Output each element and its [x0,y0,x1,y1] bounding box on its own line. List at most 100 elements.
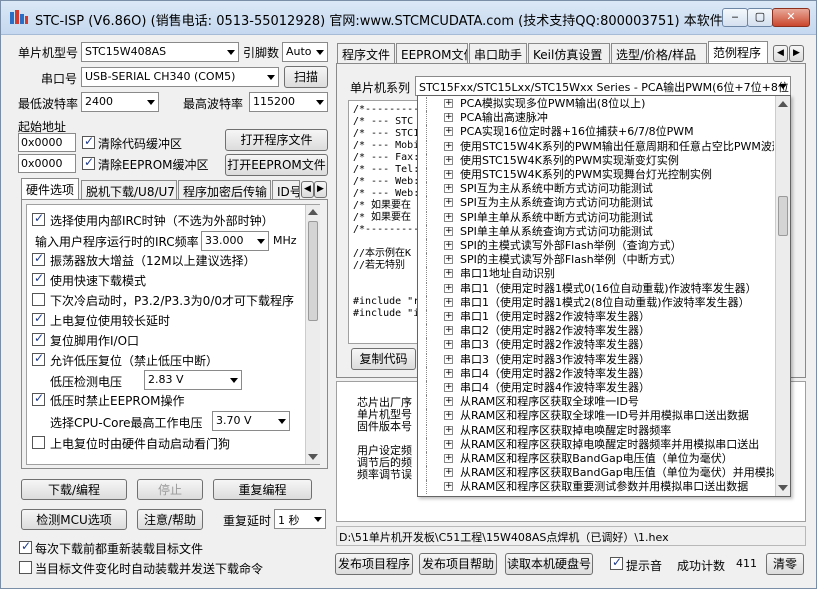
low-voltage-reset-checkbox[interactable] [32,351,45,366]
scroll-thumb[interactable] [308,221,318,321]
core-voltage-select[interactable]: 3.70 V [212,411,290,431]
p32-p33-checkbox[interactable] [32,293,45,306]
reset-io-checkbox[interactable] [32,331,45,346]
max-baud-select[interactable]: 115200 [249,92,328,112]
chevron-down-icon [267,75,275,80]
open-program-file-button[interactable]: 打开程序文件 [225,129,328,151]
maximize-icon: ▢ [754,10,766,23]
dropdown-item[interactable]: + 串口4（使用定时器2作波特率发生器） [418,366,774,381]
low-voltage-select[interactable]: 2.83 V [144,370,242,390]
series-dropdown-list[interactable]: + PCA模拟实现多位PWM输出(8位以上) + PCA输出高速脉冲 + PCA实现16位… [417,95,791,497]
code-viewer[interactable]: /*----------/* --- STC/* --- STC1/* --- … [348,100,425,344]
maximize-button[interactable]: ▢ [747,8,773,27]
right-tab-scroll-right-button[interactable]: ▶ [789,45,804,62]
download-program-button[interactable]: 下载/编程 [21,479,127,500]
copy-code-button[interactable]: 复制代码 [351,348,416,370]
dropdown-item[interactable]: + 从RAM区和程序区获取掉电唤醒定时器频率并用模拟串口送出 [418,437,774,452]
repeat-program-button[interactable]: 重复编程 [213,479,312,500]
dropdown-item[interactable]: + 串口3（使用定时器2作波特率发生器） [418,338,774,353]
long-delay-checkbox[interactable] [32,311,45,326]
tab-keil-emulation[interactable]: Keil仿真设置 [528,43,610,63]
stop-button[interactable]: 停止 [137,479,203,500]
tab-selection-price[interactable]: 选型/价格/样品 [611,43,707,63]
info-text: 芯片出厂序 单片机型号 固件版本号 用户设定频 调节后的频 频率调节误 [345,397,412,481]
dropdown-item[interactable]: + SPI的主模式读写外部Flash举例（查询方式） [418,239,774,253]
dropdown-item[interactable]: + SPI互为主从系统查询方式访问功能测试 [418,196,774,211]
notice-help-button[interactable]: 注意/帮助 [137,509,203,530]
dropdown-item-label: 串口1（使用定时器1模式2(8位自动重载)作波特率发生器） [460,295,750,309]
dropdown-item[interactable]: + 使用STC15W4K系列的PWM输出任意周期和任意占空比PWM波形 [418,139,774,154]
scan-button[interactable]: 扫描 [284,66,328,88]
series-select[interactable]: STC15Fxx/STC15Lxx/STC15Wxx Series - PCA输… [415,76,791,96]
tab-id-number[interactable]: ID号 [272,180,300,200]
right-tab-scroll-left-button[interactable]: ◀ [773,45,788,62]
check-mcu-options-button[interactable]: 检测MCU选项 [21,509,127,530]
auto-reload-checkbox[interactable] [19,561,32,574]
dropdown-item[interactable]: + SPI单主单从系统中断方式访问功能测试 [418,210,774,225]
code-address-input[interactable]: 0x0000 [18,133,76,152]
publish-program-button[interactable]: 发布项目程序 [335,553,413,575]
dropdown-item[interactable]: + 使用STC15W4K系列的PWM实现渐变灯实例 [418,153,774,168]
dropdown-item[interactable]: + PCA实现16位定时器+16位捕获+6/7/8位PWM [418,125,774,140]
scroll-thumb[interactable] [778,196,788,236]
irc-checkbox[interactable] [32,211,45,226]
tab-offline-download[interactable]: 脱机下载/U8/U7 [81,180,177,200]
tab-program-file[interactable]: 程序文件 [337,43,395,63]
repeat-delay-select[interactable]: 1 秒 [274,509,326,529]
eeprom-address-input[interactable]: 0x0000 [18,154,76,173]
dropdown-item[interactable]: + 从RAM区和程序区获取重要测试参数并用模拟串口送出数据 [418,480,774,495]
dropdown-item[interactable]: + 从RAM区和程序区获取全球唯一ID号并用模拟串口送出数据 [418,409,774,424]
fast-download-checkbox[interactable] [32,271,45,286]
tab-example-programs[interactable]: 范例程序 [708,41,768,63]
dropdown-item[interactable]: + 串口4（使用定时器4作波特率发生器） [418,381,774,395]
code-line: //本示例在K [353,248,412,259]
dropdown-item[interactable]: + 串口1（使用定时器1模式0(16位自动重载)作波特率发生器） [418,281,774,296]
mcu-type-select[interactable]: STC15W408AS [81,42,239,62]
dropdown-item[interactable]: + 串口3（使用定时器3作波特率发生器） [418,352,774,367]
dropdown-item[interactable]: + PCA模拟实现多位PWM输出(8位以上) [418,97,774,111]
port-select[interactable]: USB-SERIAL CH340 (COM5) [81,67,279,87]
dropdown-item[interactable]: + 串口2（使用定时器2作波特率发生器） [418,324,774,339]
options-scrollbar[interactable] [305,205,320,464]
dropdown-scrollbar[interactable] [775,96,790,496]
clear-code-checkbox[interactable] [82,134,95,149]
tab-eeprom-file[interactable]: EEPROM文件 [396,43,468,63]
clear-count-button[interactable]: 清零 [766,553,804,575]
expand-plus-icon: + [444,467,453,478]
publish-help-button[interactable]: 发布项目帮助 [419,553,497,575]
clear-eeprom-checkbox[interactable] [82,155,95,170]
pins-select[interactable]: Auto [282,42,328,62]
dropdown-item[interactable]: + PCA输出高速脉冲 [418,111,774,126]
dropdown-item[interactable]: + 从RAM区和程序区获取BandGap电压值（单位为毫伏） [418,452,774,466]
tree-line [426,466,427,481]
sound-checkbox[interactable] [610,555,623,570]
tree-line [426,452,427,466]
minimize-button[interactable]: ‒ [722,8,748,27]
min-baud-select[interactable]: 2400 [81,92,159,112]
dropdown-item[interactable]: + SPI单主单从系统查询方式访问功能测试 [418,224,774,239]
oscillator-gain-checkbox[interactable] [32,251,45,266]
tab-encrypted-transfer[interactable]: 程序加密后传输 [178,180,271,200]
dropdown-item[interactable]: + 从RAM区和程序区获取全球唯一ID号 [418,395,774,410]
watchdog-checkbox[interactable] [32,436,45,449]
close-button[interactable]: ✕ [772,8,810,27]
tab-scroll-right-button[interactable]: ▶ [314,181,327,198]
tab-scroll-left-button[interactable]: ◀ [301,181,314,198]
dropdown-item[interactable]: + 串口1（使用定时器2作波特率发生器） [418,310,774,324]
tab-hardware-options[interactable]: 硬件选项 [21,178,79,200]
dropdown-item[interactable]: + 使用STC15W4K系列的PWM实现舞台灯光控制实例 [418,168,774,182]
tab-serial-assistant[interactable]: 串口助手 [469,43,527,63]
dropdown-item[interactable]: + 串口1地址自动识别 [418,267,774,282]
read-disk-id-button[interactable]: 读取本机硬盘号 [505,553,593,575]
dropdown-item[interactable]: + SPI的主模式读写外部Flash举例（中断方式） [418,253,774,268]
irc-frequency-select[interactable]: 33.000 [201,231,269,251]
low-voltage-eeprom-checkbox[interactable] [32,391,45,406]
dropdown-item[interactable]: + 从RAM区和程序区获取BandGap电压值（单位为毫伏）并用模拟 [418,466,774,481]
dropdown-item[interactable]: + 从RAM区和程序区获取掉电唤醒定时器频率 [418,423,774,438]
dropdown-item[interactable]: + SPI互为主从系统中断方式访问功能测试 [418,182,774,197]
reload-each-checkbox[interactable] [19,539,32,554]
dropdown-item[interactable]: + 串口1（使用定时器1模式2(8位自动重载)作波特率发生器） [418,295,774,310]
mcu-type-label: 单片机型号 [18,46,79,60]
open-eeprom-file-button[interactable]: 打开EEPROM文件 [225,154,328,176]
